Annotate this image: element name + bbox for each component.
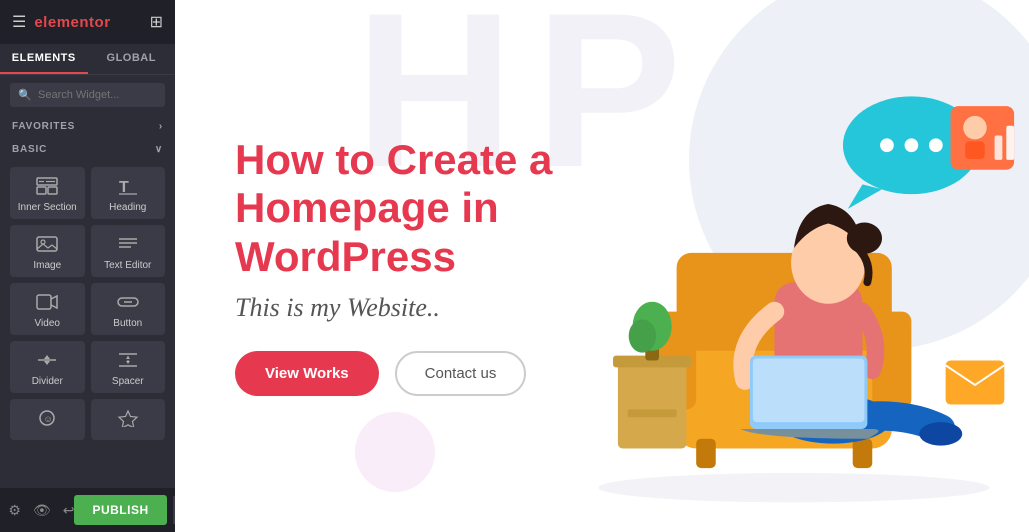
grid-icon[interactable]: ⊞ (150, 12, 163, 32)
hero-illustration (569, 0, 1029, 532)
settings-icon[interactable]: ⚙ (8, 502, 21, 519)
hero-title: How to Create a Homepage in WordPress (235, 136, 635, 281)
sidebar-header-left: ☰ elementor (12, 12, 111, 32)
sidebar-footer: ⚙ 👁 ↩ PUBLISH ‹ (0, 488, 175, 532)
illustration-svg (569, 52, 1019, 532)
hero-content: How to Create a Homepage in WordPress Th… (235, 136, 635, 396)
search-bar: 🔍 (0, 75, 175, 115)
element-button[interactable]: Button (91, 283, 166, 335)
deco-circle-small (355, 412, 435, 492)
element-star[interactable] (91, 399, 166, 440)
element-inner-section[interactable]: Inner Section (10, 167, 85, 219)
hero-buttons: View Works Contact us (235, 351, 635, 396)
star-icon (117, 409, 139, 430)
footer-icons: ⚙ 👁 ↩ (8, 502, 74, 519)
spacer-label: Spacer (112, 376, 144, 387)
icon-el-icon: ☺ (36, 409, 58, 430)
tab-global[interactable]: GLOBAL (88, 44, 176, 74)
element-image[interactable]: Image (10, 225, 85, 277)
divider-label: Divider (32, 376, 63, 387)
sidebar: ☰ elementor ⊞ ELEMENTS GLOBAL 🔍 FAVORITE… (0, 0, 175, 532)
favorites-label: FAVORITES (12, 121, 75, 132)
inner-section-icon (36, 177, 58, 198)
search-input[interactable] (10, 83, 165, 107)
button-label: Button (113, 318, 142, 329)
element-video[interactable]: Video (10, 283, 85, 335)
elements-grid: Inner Section T Heading Image (0, 161, 175, 446)
element-divider[interactable]: Divider (10, 341, 85, 393)
sidebar-tabs: ELEMENTS GLOBAL (0, 44, 175, 75)
svg-text:T: T (119, 179, 129, 195)
svg-text:☺: ☺ (44, 414, 53, 424)
hero-subtitle: This is my Website.. (235, 293, 635, 323)
favorites-chevron-icon: › (159, 121, 163, 132)
contact-button[interactable]: Contact us (395, 351, 527, 396)
main-content: H P How to Create a Homepage in WordPres… (175, 0, 1029, 532)
publish-button[interactable]: PUBLISH (74, 495, 166, 525)
collapse-handle[interactable]: ‹ (173, 496, 175, 524)
elementor-logo: elementor (34, 14, 110, 31)
basic-label: BASIC (12, 144, 47, 155)
favorites-section-header[interactable]: FAVORITES › (0, 115, 175, 138)
inner-section-label: Inner Section (18, 202, 77, 213)
element-heading[interactable]: T Heading (91, 167, 166, 219)
button-icon (117, 293, 139, 314)
element-text-editor[interactable]: Text Editor (91, 225, 166, 277)
tab-elements[interactable]: ELEMENTS (0, 44, 88, 74)
search-wrapper: 🔍 (10, 83, 165, 107)
spacer-icon (117, 351, 139, 372)
heading-icon: T (117, 177, 139, 198)
text-editor-label: Text Editor (104, 260, 151, 271)
eye-icon[interactable]: 👁 (33, 502, 51, 519)
sidebar-header: ☰ elementor ⊞ (0, 0, 175, 44)
image-icon (36, 235, 58, 256)
text-editor-icon (117, 235, 139, 256)
page-canvas: H P How to Create a Homepage in WordPres… (175, 0, 1029, 532)
basic-section-header[interactable]: BASIC ∨ (0, 138, 175, 161)
video-label: Video (35, 318, 60, 329)
basic-chevron-icon: ∨ (155, 144, 163, 155)
view-works-button[interactable]: View Works (235, 351, 379, 396)
undo-icon[interactable]: ↩ (63, 502, 75, 519)
heading-label: Heading (109, 202, 146, 213)
video-icon (36, 293, 58, 314)
image-label: Image (33, 260, 61, 271)
element-spacer[interactable]: Spacer (91, 341, 166, 393)
element-icon-el[interactable]: ☺ (10, 399, 85, 440)
divider-icon (36, 351, 58, 372)
hamburger-icon[interactable]: ☰ (12, 12, 26, 32)
